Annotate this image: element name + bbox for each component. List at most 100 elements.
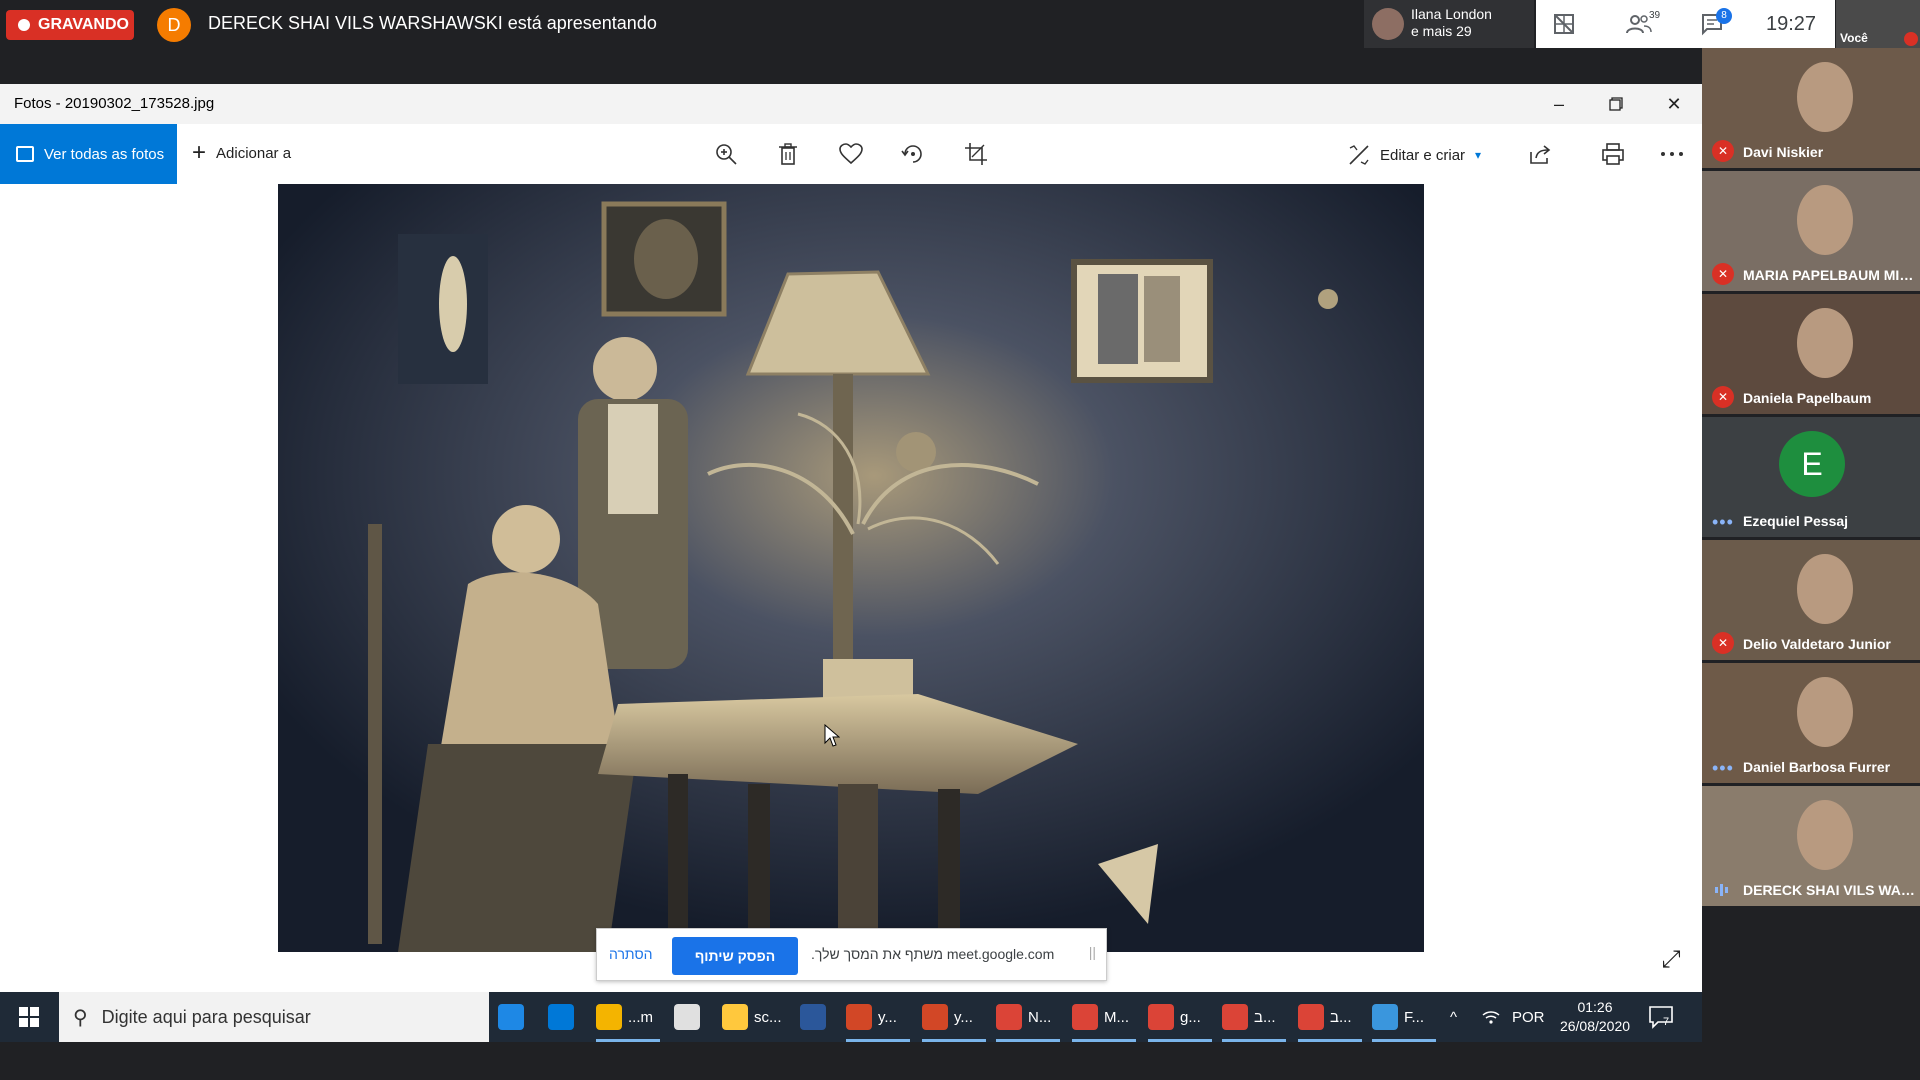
chat-count-badge: 8	[1716, 8, 1732, 24]
participant-tile[interactable]: E ••• Ezequiel Pessaj	[1702, 417, 1920, 537]
wifi-icon[interactable]	[1482, 992, 1500, 1042]
taskbar-app-label: F...	[1404, 1008, 1425, 1026]
tray-chevron-icon[interactable]: ^	[1450, 992, 1457, 1042]
share-icon[interactable]	[1526, 140, 1554, 168]
participant-tile[interactable]: ✕ Davi Niskier	[1702, 48, 1920, 168]
mic-off-icon: ✕	[1712, 632, 1734, 654]
participant-tile[interactable]: ✕ MARIA PAPELBAUM MIC...	[1702, 171, 1920, 291]
ie-app[interactable]	[498, 992, 534, 1042]
participant-name: Daniela Papelbaum	[1743, 390, 1872, 406]
chrome-app-3-icon	[1072, 1004, 1098, 1030]
chrome-app-2-icon	[996, 1004, 1022, 1030]
presenter-avatar: D	[157, 8, 191, 42]
fullscreen-icon[interactable]: ⤢	[1657, 946, 1685, 974]
photo-image[interactable]	[278, 184, 1424, 952]
more-icon[interactable]	[1658, 140, 1686, 168]
edit-create-label: Editar e criar	[1380, 146, 1466, 164]
photos-app-icon	[1372, 1004, 1398, 1030]
share-message: meet.google.com משתף את המסך שלך.	[811, 946, 1055, 962]
participant-video	[1797, 554, 1853, 624]
chrome-app-5[interactable]: ב...	[1222, 992, 1286, 1042]
mic-off-icon: ✕	[1712, 263, 1734, 285]
photos-app[interactable]: F...	[1372, 992, 1436, 1042]
print-icon[interactable]	[1599, 140, 1627, 168]
explorer-app[interactable]: sc...	[722, 992, 786, 1042]
add-to-label: Adicionar a	[216, 144, 292, 162]
participant-tile[interactable]: DERECK SHAI VILS WARS...	[1702, 786, 1920, 906]
participant-tile[interactable]: ✕ Daniela Papelbaum	[1702, 294, 1920, 414]
participant-tile[interactable]: ••• Daniel Barbosa Furrer	[1702, 663, 1920, 783]
title-bar: Fotos - 20190302_173528.jpg – ✕	[0, 84, 1702, 124]
more-options-icon[interactable]: •••	[1712, 513, 1734, 531]
windows-icon	[19, 1007, 39, 1027]
heart-icon[interactable]	[837, 140, 865, 168]
participant-tile[interactable]: ✕ Delio Valdetaro Junior	[1702, 540, 1920, 660]
zoom-in-icon[interactable]	[712, 140, 740, 168]
powerpoint-app-1[interactable]: y...	[846, 992, 910, 1042]
participants-count: 39	[1649, 10, 1661, 21]
chrome-app-4-icon	[1148, 1004, 1174, 1030]
taskbar-app-label: ב...	[1254, 1008, 1276, 1026]
drag-handle-icon[interactable]: ||	[1089, 944, 1096, 960]
chrome-app-3[interactable]: M...	[1072, 992, 1136, 1042]
photos-icon	[16, 146, 34, 162]
other-participants-chip[interactable]: Ilana London e mais 29	[1364, 0, 1534, 48]
rotate-icon[interactable]	[899, 140, 927, 168]
chrome-app-2[interactable]: N...	[996, 992, 1060, 1042]
add-to-button[interactable]: + Adicionar a	[192, 141, 292, 165]
chrome-app-6-icon	[1298, 1004, 1324, 1030]
store-app[interactable]	[674, 992, 710, 1042]
edit-create-button[interactable]: Editar e criar ▾	[1348, 144, 1481, 166]
presenter-text: DERECK SHAI VILS WARSHAWSKI está apresen…	[208, 13, 657, 33]
taskbar-search[interactable]: ⚲ Digite aqui para pesquisar	[59, 992, 489, 1042]
layout-off-icon[interactable]	[1552, 12, 1576, 36]
participant-tiles: ✕ Davi Niskier ✕ MARIA PAPELBAUM MIC... ✕ Dan…	[1702, 48, 1920, 1080]
participant-video	[1797, 62, 1853, 132]
participant-name: Davi Niskier	[1743, 144, 1824, 160]
participant-name: DERECK SHAI VILS WARS...	[1743, 882, 1915, 898]
avatar	[1372, 8, 1404, 40]
recording-dot-icon	[18, 19, 30, 31]
chrome-app-1-icon	[596, 1004, 622, 1030]
taskbar-date: 26/08/2020	[1559, 1018, 1631, 1034]
hide-banner-link[interactable]: הסתרה	[609, 946, 653, 962]
edge-app[interactable]	[548, 992, 584, 1042]
edit-icon	[1349, 145, 1369, 165]
see-all-photos-button[interactable]: Ver todas as fotos	[0, 124, 177, 184]
self-view-tile[interactable]: Você	[1836, 0, 1920, 48]
mic-off-icon	[1904, 32, 1918, 46]
powerpoint-app-2[interactable]: y...	[922, 992, 986, 1042]
chrome-app-1[interactable]: ...m	[596, 992, 660, 1042]
chrome-app-4[interactable]: g...	[1148, 992, 1212, 1042]
restore-button[interactable]	[1596, 88, 1636, 120]
notification-count: 7	[1663, 1016, 1670, 1028]
more-options-icon[interactable]: •••	[1712, 759, 1734, 777]
participant-video	[1797, 800, 1853, 870]
chrome-app-5-icon	[1222, 1004, 1248, 1030]
taskbar-clock[interactable]: 01:26 26/08/2020	[1550, 998, 1640, 1036]
participant-name: MARIA PAPELBAUM MIC...	[1743, 267, 1915, 283]
crop-icon[interactable]	[962, 140, 990, 168]
store-app-icon	[674, 1004, 700, 1030]
explorer-app-icon	[722, 1004, 748, 1030]
powerpoint-app-1-icon	[846, 1004, 872, 1030]
chrome-app-6[interactable]: ב...	[1298, 992, 1362, 1042]
minimize-button[interactable]: –	[1539, 88, 1579, 120]
others-count: e mais 29	[1411, 23, 1472, 39]
people-icon[interactable]	[1626, 12, 1652, 36]
taskbar-app-label: y...	[878, 1008, 897, 1026]
word-app[interactable]	[800, 992, 836, 1042]
others-name: Ilana London	[1411, 6, 1492, 22]
window-title: Fotos - 20190302_173528.jpg	[14, 95, 215, 112]
trash-icon[interactable]	[774, 140, 802, 168]
close-button[interactable]: ✕	[1654, 88, 1694, 120]
photos-window: Fotos - 20190302_173528.jpg – ✕ Ver toda…	[0, 84, 1702, 992]
taskbar-app-label: M...	[1104, 1008, 1129, 1026]
input-language[interactable]: POR	[1512, 992, 1545, 1042]
notification-center-icon[interactable]: 7	[1648, 1004, 1674, 1030]
start-button[interactable]	[0, 992, 58, 1042]
stop-sharing-button[interactable]: הפסק שיתוף	[672, 937, 798, 975]
taskbar-app-label: y...	[954, 1008, 973, 1026]
taskbar-app-label: sc...	[754, 1008, 782, 1026]
see-all-label: Ver todas as fotos	[44, 145, 165, 163]
